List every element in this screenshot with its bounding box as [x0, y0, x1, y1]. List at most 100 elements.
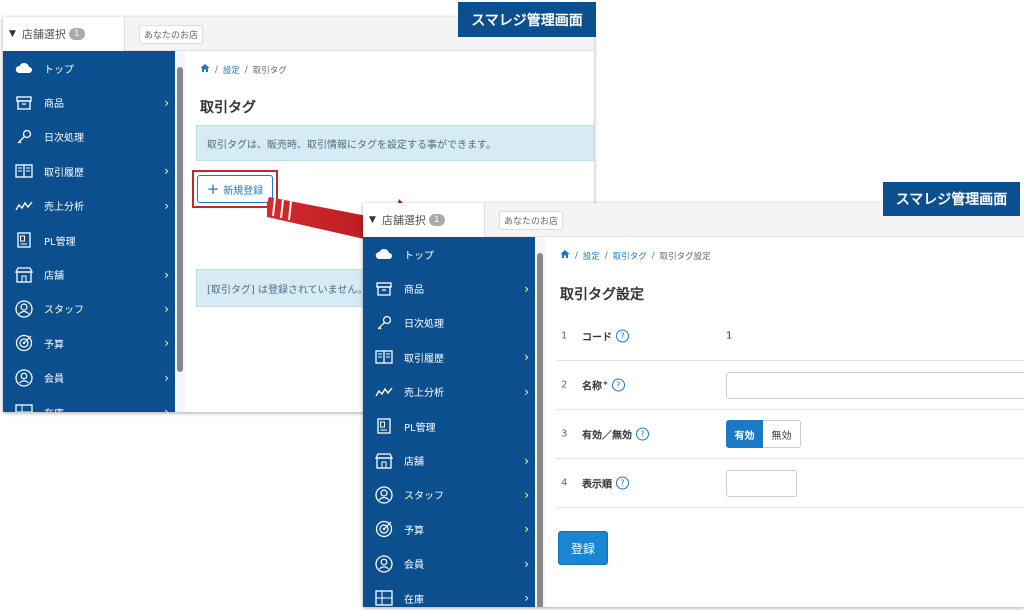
help-icon[interactable]: ? — [611, 378, 625, 392]
home-icon[interactable] — [560, 249, 570, 262]
sidebar-scrollbar[interactable] — [535, 237, 545, 607]
document-icon — [15, 231, 33, 249]
sidebar-item-1[interactable]: トップ — [363, 237, 535, 271]
key-icon — [375, 314, 393, 332]
breadcrumb-settings[interactable]: 設定 — [583, 250, 600, 262]
name-input[interactable] — [726, 372, 1024, 399]
sidebar-item-1[interactable]: トップ — [3, 51, 175, 85]
sidebar-item-label: スタッフ — [404, 491, 444, 503]
key-icon — [15, 128, 33, 146]
store-select-dropdown[interactable]: ▼ 店舗選択 1 — [3, 17, 125, 51]
sidebar-item-2[interactable]: 商品 › — [363, 271, 535, 305]
sidebar-item-5[interactable]: 売上分析 › — [363, 375, 535, 409]
enabled-label: 有効／無効 — [582, 430, 632, 442]
help-icon[interactable]: ? — [616, 329, 629, 343]
sidebar: トップ商品›日次処理取引履歴›売上分析›PL管理店舗›スタッフ›予算›会員›在庫… — [363, 237, 535, 607]
sidebar-item-6[interactable]: PL管理 — [363, 409, 535, 443]
sidebar-item-10[interactable]: 会員 › — [3, 361, 175, 395]
sidebar-item-label: 日次処理 — [44, 133, 84, 145]
scroll-thumb[interactable] — [177, 67, 183, 372]
sidebar-item-label: PL管理 — [44, 236, 76, 248]
sidebar-scrollbar[interactable] — [175, 51, 185, 412]
required-mark: * — [603, 380, 608, 390]
row-number: 2 — [561, 379, 568, 391]
breadcrumb-tag[interactable]: 取引タグ — [613, 250, 647, 262]
sidebar-item-label: 商品 — [404, 285, 424, 297]
sidebar-item-4[interactable]: 取引履歴 › — [363, 340, 535, 374]
sidebar-item-10[interactable]: 会員 › — [363, 547, 535, 581]
sidebar-item-2[interactable]: 商品 › — [3, 85, 175, 119]
display-order-input[interactable] — [726, 470, 797, 497]
store-select-dropdown[interactable]: ▼ 店舗選択 1 — [363, 203, 485, 237]
sidebar-item-label: 売上分析 — [404, 388, 444, 400]
caret-down-icon: ▼ — [369, 215, 376, 225]
chevron-right-icon: › — [164, 164, 169, 179]
chevron-right-icon: › — [164, 198, 169, 213]
chevron-right-icon: › — [524, 350, 529, 365]
sidebar-item-3[interactable]: 日次処理 — [363, 306, 535, 340]
breadcrumb: / 設定 / 取引タグ / 取引タグ設定 — [560, 249, 711, 262]
chevron-right-icon: › — [164, 336, 169, 351]
caret-down-icon: ▼ — [9, 29, 16, 39]
main-content: / 設定 / 取引タグ / 取引タグ設定 取引タグ設定 1 コード ? 1 2 … — [548, 237, 1024, 607]
user-icon — [15, 300, 33, 318]
sidebar-item-9[interactable]: 予算 › — [363, 512, 535, 546]
sidebar-item-7[interactable]: 店舗 › — [363, 443, 535, 477]
sidebar-item-label: 会員 — [404, 560, 424, 572]
sidebar-item-11[interactable]: 在庫 › — [3, 395, 175, 412]
register-button[interactable]: 登録 — [558, 531, 608, 565]
sidebar-item-label: 店舗 — [44, 271, 64, 283]
sidebar-item-label: 会員 — [44, 374, 64, 386]
chart-line-icon — [375, 383, 393, 401]
chevron-right-icon: › — [524, 522, 529, 537]
book-icon — [15, 162, 33, 180]
plus-icon: + — [206, 179, 220, 198]
cloud-icon — [15, 59, 33, 77]
sidebar-item-3[interactable]: 日次処理 — [3, 120, 175, 154]
help-icon[interactable]: ? — [636, 427, 649, 441]
enabled-on-button[interactable]: 有効 — [726, 420, 763, 448]
breadcrumb-settings[interactable]: 設定 — [223, 64, 240, 76]
field-label: 表示順 ? — [582, 476, 629, 491]
page-title: 取引タグ — [200, 100, 256, 116]
tag-settings-screen: ▼ 店舗選択 1 あなたのお店 トップ 商品 › 日次処理 取引履歴 › 売上分析 › PL管理… — [363, 203, 1024, 607]
chevron-right-icon: › — [164, 95, 169, 110]
sidebar-item-11[interactable]: 在庫 › — [363, 581, 535, 607]
row-number: 4 — [561, 477, 568, 489]
box-icon — [15, 94, 33, 112]
chevron-right-icon: › — [524, 453, 529, 468]
scroll-thumb[interactable] — [537, 253, 543, 607]
form-row-code: 1 コード ? 1 — [556, 312, 1024, 361]
new-register-button[interactable]: + 新規登録 — [197, 175, 273, 203]
sidebar-item-label: 在庫 — [404, 594, 424, 606]
form-row-enabled: 3 有効／無効 ? 有効 無効 — [556, 410, 1024, 459]
breadcrumb-current: 取引タグ — [252, 65, 287, 76]
store-icon — [15, 266, 33, 284]
chevron-right-icon: › — [524, 591, 529, 606]
home-icon[interactable] — [200, 63, 210, 76]
form-row-name: 2 名称 * ? — [556, 361, 1024, 410]
user-icon — [375, 486, 393, 504]
sidebar-item-8[interactable]: スタッフ › — [363, 478, 535, 512]
sidebar-item-label: PL管理 — [404, 422, 436, 434]
enabled-off-button[interactable]: 無効 — [763, 420, 801, 448]
target-icon — [15, 334, 33, 352]
sidebar-item-label: 予算 — [44, 339, 64, 351]
sidebar-item-9[interactable]: 予算 › — [3, 326, 175, 360]
sidebar-item-6[interactable]: PL管理 — [3, 223, 175, 257]
help-icon[interactable]: ? — [616, 476, 629, 490]
sidebar-item-8[interactable]: スタッフ › — [3, 292, 175, 326]
order-label: 表示順 — [582, 479, 612, 491]
sidebar-item-label: トップ — [404, 250, 434, 262]
document-icon — [375, 417, 393, 435]
target-icon — [375, 520, 393, 538]
member-icon — [15, 369, 33, 387]
sidebar-item-4[interactable]: 取引履歴 › — [3, 154, 175, 188]
sidebar-item-7[interactable]: 店舗 › — [3, 257, 175, 291]
sidebar-item-5[interactable]: 売上分析 › — [3, 189, 175, 223]
sidebar-item-label: トップ — [44, 64, 74, 76]
store-count-badge: 1 — [68, 28, 85, 40]
code-label: コード — [582, 332, 612, 344]
breadcrumb-current: 取引タグ設定 — [659, 251, 711, 262]
grid-icon — [15, 403, 33, 412]
